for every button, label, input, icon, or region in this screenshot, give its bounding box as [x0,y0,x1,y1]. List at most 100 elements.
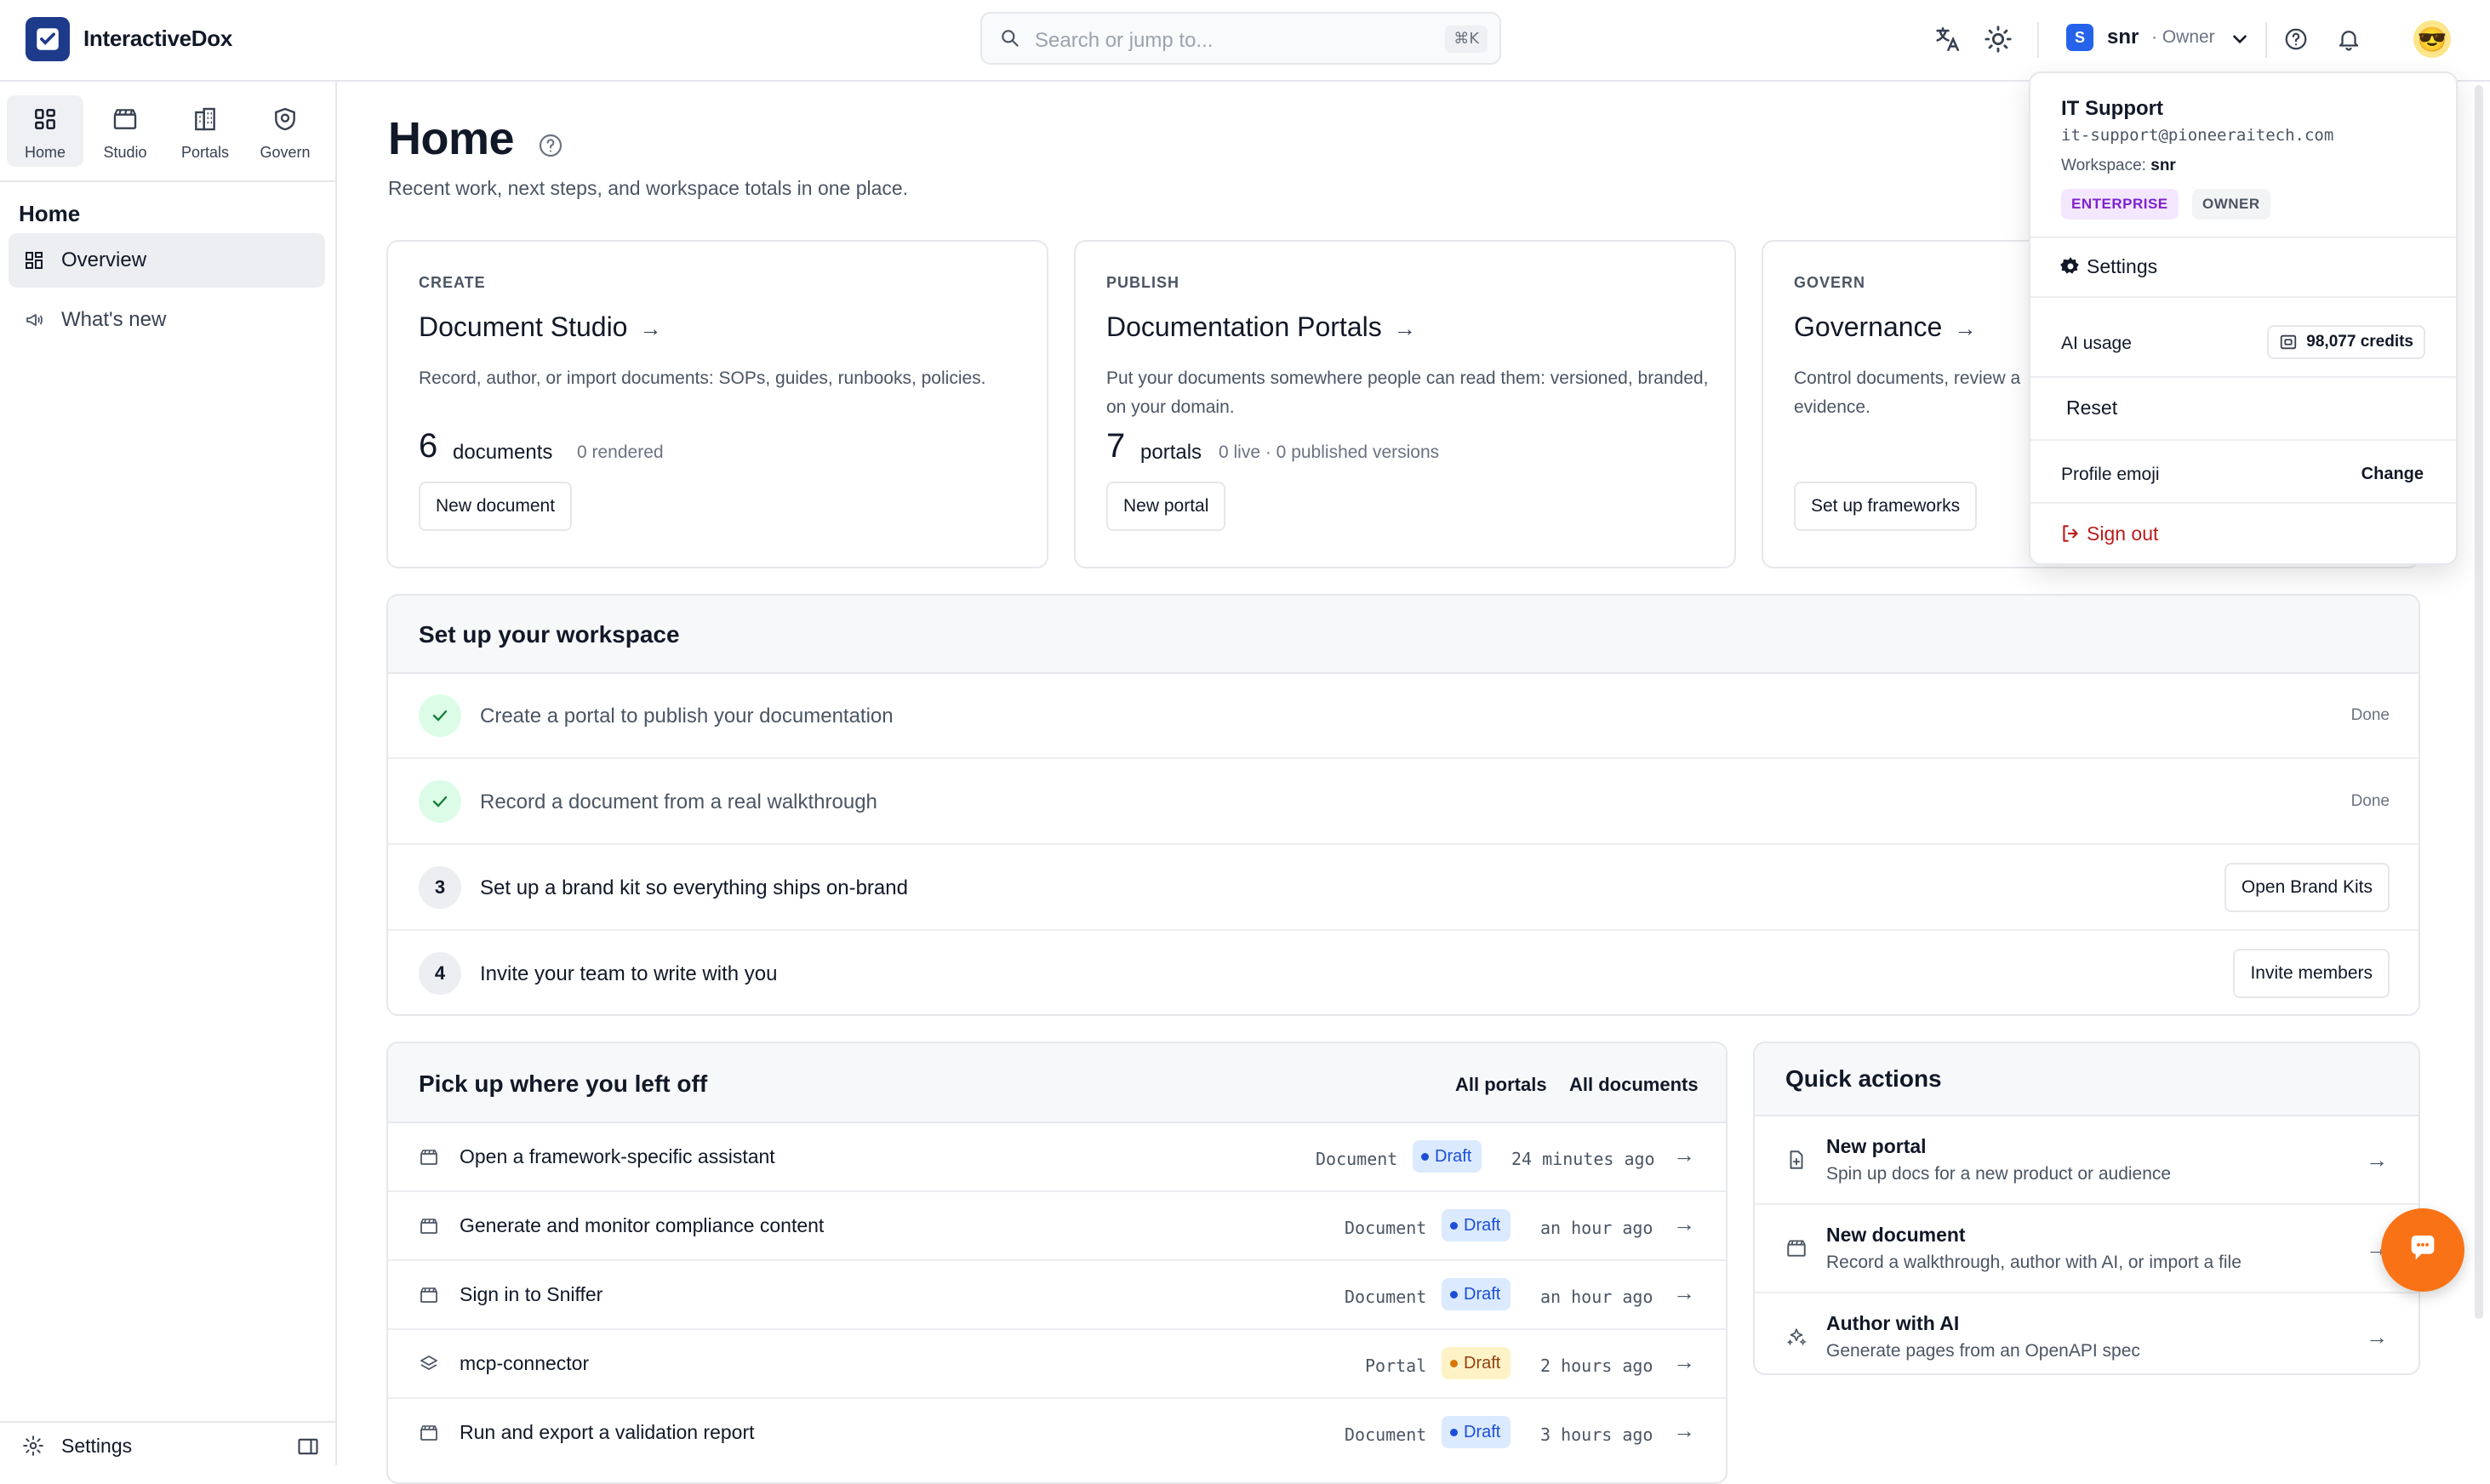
sidebar-settings-link[interactable]: Settings [61,1435,132,1458]
log-out-icon [2059,522,2082,549]
setup-step[interactable]: Create a portal to publish your document… [388,674,2419,759]
chat-launcher-button[interactable] [2381,1208,2464,1292]
quick-action-new-portal[interactable]: New portal Spin up docs for a new produc… [1755,1116,2419,1205]
user-avatar[interactable]: 😎 [2413,20,2451,58]
rail-label: Govern [260,144,311,161]
status-badge: Draft [1442,1209,1511,1241]
open-brand-kits-button[interactable]: Open Brand Kits [2224,863,2390,912]
setup-step-text: Create a portal to publish your document… [480,705,894,728]
rail-item-home[interactable]: Home [7,95,83,167]
reset-button[interactable]: Reset [2066,397,2117,420]
chevron-down-icon[interactable] [2223,22,2257,56]
recent-row[interactable]: Generate and monitor compliance content … [388,1192,1726,1261]
status-badge: Draft [1442,1347,1511,1379]
rail-item-govern[interactable]: Govern [247,95,323,167]
arrow-right-icon: → [1673,1349,1695,1374]
divider [2030,376,2456,378]
card-count: 7 [1106,427,1126,465]
clapperboard-icon [419,1423,439,1447]
help-icon[interactable] [2279,22,2313,56]
card-documentation-portals: PUBLISH Documentation Portals → Put your … [1074,240,1736,568]
search-box[interactable]: Search or jump to... ⌘K [980,12,1501,65]
arrow-right-icon: → [1673,1211,1695,1236]
menu-user-email: it-support@pioneeraitech.com [2061,126,2334,145]
new-document-button[interactable]: New document [419,482,573,531]
arrow-right-icon: → [2366,1147,2388,1173]
card-document-studio: CREATE Document Studio → Record, author, … [386,240,1048,568]
quick-action-new-document[interactable]: New document Record a walkthrough, autho… [1755,1205,2419,1293]
card-meta: 0 live · 0 published versions [1219,442,1440,462]
setup-step-text: Invite your team to write with you [480,962,778,985]
module-rail: Home Studio Portals Govern [0,82,337,182]
divider [2030,439,2456,441]
setup-checklist: Set up your workspace Create a portal to… [386,594,2420,1016]
new-portal-button[interactable]: New portal [1106,482,1226,531]
sun-icon[interactable] [1981,22,2015,56]
card-title-link[interactable]: Document Studio → [419,311,661,343]
divider [2265,22,2267,58]
rail-item-portals[interactable]: Portals [167,95,243,167]
app-name[interactable]: InteractiveDox [83,26,232,52]
arrow-right-icon: → [639,316,662,341]
scrollbar[interactable] [2475,85,2483,1319]
rail-label: Portals [180,144,230,161]
quick-action-title: New portal [1826,1135,1927,1157]
arrow-right-icon: → [1673,1142,1695,1167]
card-title-link[interactable]: Documentation Portals → [1106,311,1416,343]
sign-out-button[interactable]: Sign out [2030,504,2456,563]
bell-icon[interactable] [2332,22,2366,56]
setup-step-text: Record a document from a real walkthroug… [480,791,877,813]
clapperboard-icon [1785,1237,1808,1264]
menu-item-label: Settings [2087,255,2158,277]
sidebar-item-whats-new[interactable]: What's new [9,293,325,347]
recent-item-name: mcp-connector [460,1352,590,1374]
workspace-role[interactable]: · Owner [2151,27,2215,48]
clapperboard-icon [419,1285,439,1310]
workspace-badge[interactable]: S [2066,24,2093,51]
quick-actions-title: Quick actions [1785,1065,1942,1092]
recent-item-name: Run and export a validation report [460,1421,755,1443]
all-documents-link[interactable]: All documents [1569,1074,1699,1096]
clapperboard-icon [419,1147,439,1172]
recent-item-name: Sign in to Sniffer [460,1283,603,1305]
card-title-link[interactable]: Governance → [1794,311,1976,343]
menu-user-name: IT Support [2061,97,2163,120]
workspace-name[interactable]: snr [2107,26,2139,49]
quick-action-author-with-ai[interactable]: Author with AI Generate pages from an Op… [1755,1293,2419,1373]
plan-badge: ENTERPRISE [2061,189,2179,220]
sidebar-item-overview[interactable]: Overview [9,233,325,288]
search-input[interactable]: Search or jump to... [1035,29,1213,53]
card-eyebrow: PUBLISH [1106,274,1180,291]
sign-out-label: Sign out [2087,522,2159,545]
account-menu: IT Support it-support@pioneeraitech.com … [2029,71,2458,565]
card-meta: 0 rendered [577,442,664,462]
recent-row[interactable]: Sign in to Sniffer Document Draft an hou… [388,1261,1726,1330]
card-description: Record, author, or import documents: SOP… [419,368,986,388]
all-portals-link[interactable]: All portals [1455,1074,1547,1096]
help-circle-icon[interactable] [537,117,564,170]
layers-icon [419,1354,439,1378]
card-description: Put your documents somewhere people can … [1106,368,1709,417]
recent-row[interactable]: Open a framework-specific assistant Docu… [388,1123,1726,1192]
file-plus-icon [1785,1149,1808,1175]
credits-badge[interactable]: 98,077 credits [2267,325,2425,359]
status-badge: Draft [1442,1416,1511,1448]
recent-row[interactable]: Run and export a validation report Docum… [388,1399,1726,1468]
arrow-right-icon: → [1673,1418,1695,1443]
recent-row[interactable]: mcp-connector Portal Draft 2 hours ago → [388,1330,1726,1399]
rail-label: Home [24,144,66,161]
translate-icon[interactable] [1930,22,1964,56]
app-logo-icon[interactable] [26,17,70,61]
recent-item-time: an hour ago [1540,1218,1653,1238]
gear-icon[interactable] [22,1435,44,1461]
quick-action-desc: Record a walkthrough, author with AI, or… [1826,1253,2242,1272]
collapse-sidebar-icon[interactable] [296,1435,320,1463]
set-up-frameworks-button[interactable]: Set up frameworks [1794,482,1978,531]
change-emoji-button[interactable]: Change [2362,465,2424,484]
invite-members-button[interactable]: Invite members [2233,949,2390,998]
sidebar-section-title: Home [19,201,81,226]
menu-item-settings[interactable]: Settings [2030,238,2456,294]
rail-item-studio[interactable]: Studio [87,95,163,167]
setup-step[interactable]: Record a document from a real walkthroug… [388,760,2419,845]
card-eyebrow: CREATE [419,274,486,291]
